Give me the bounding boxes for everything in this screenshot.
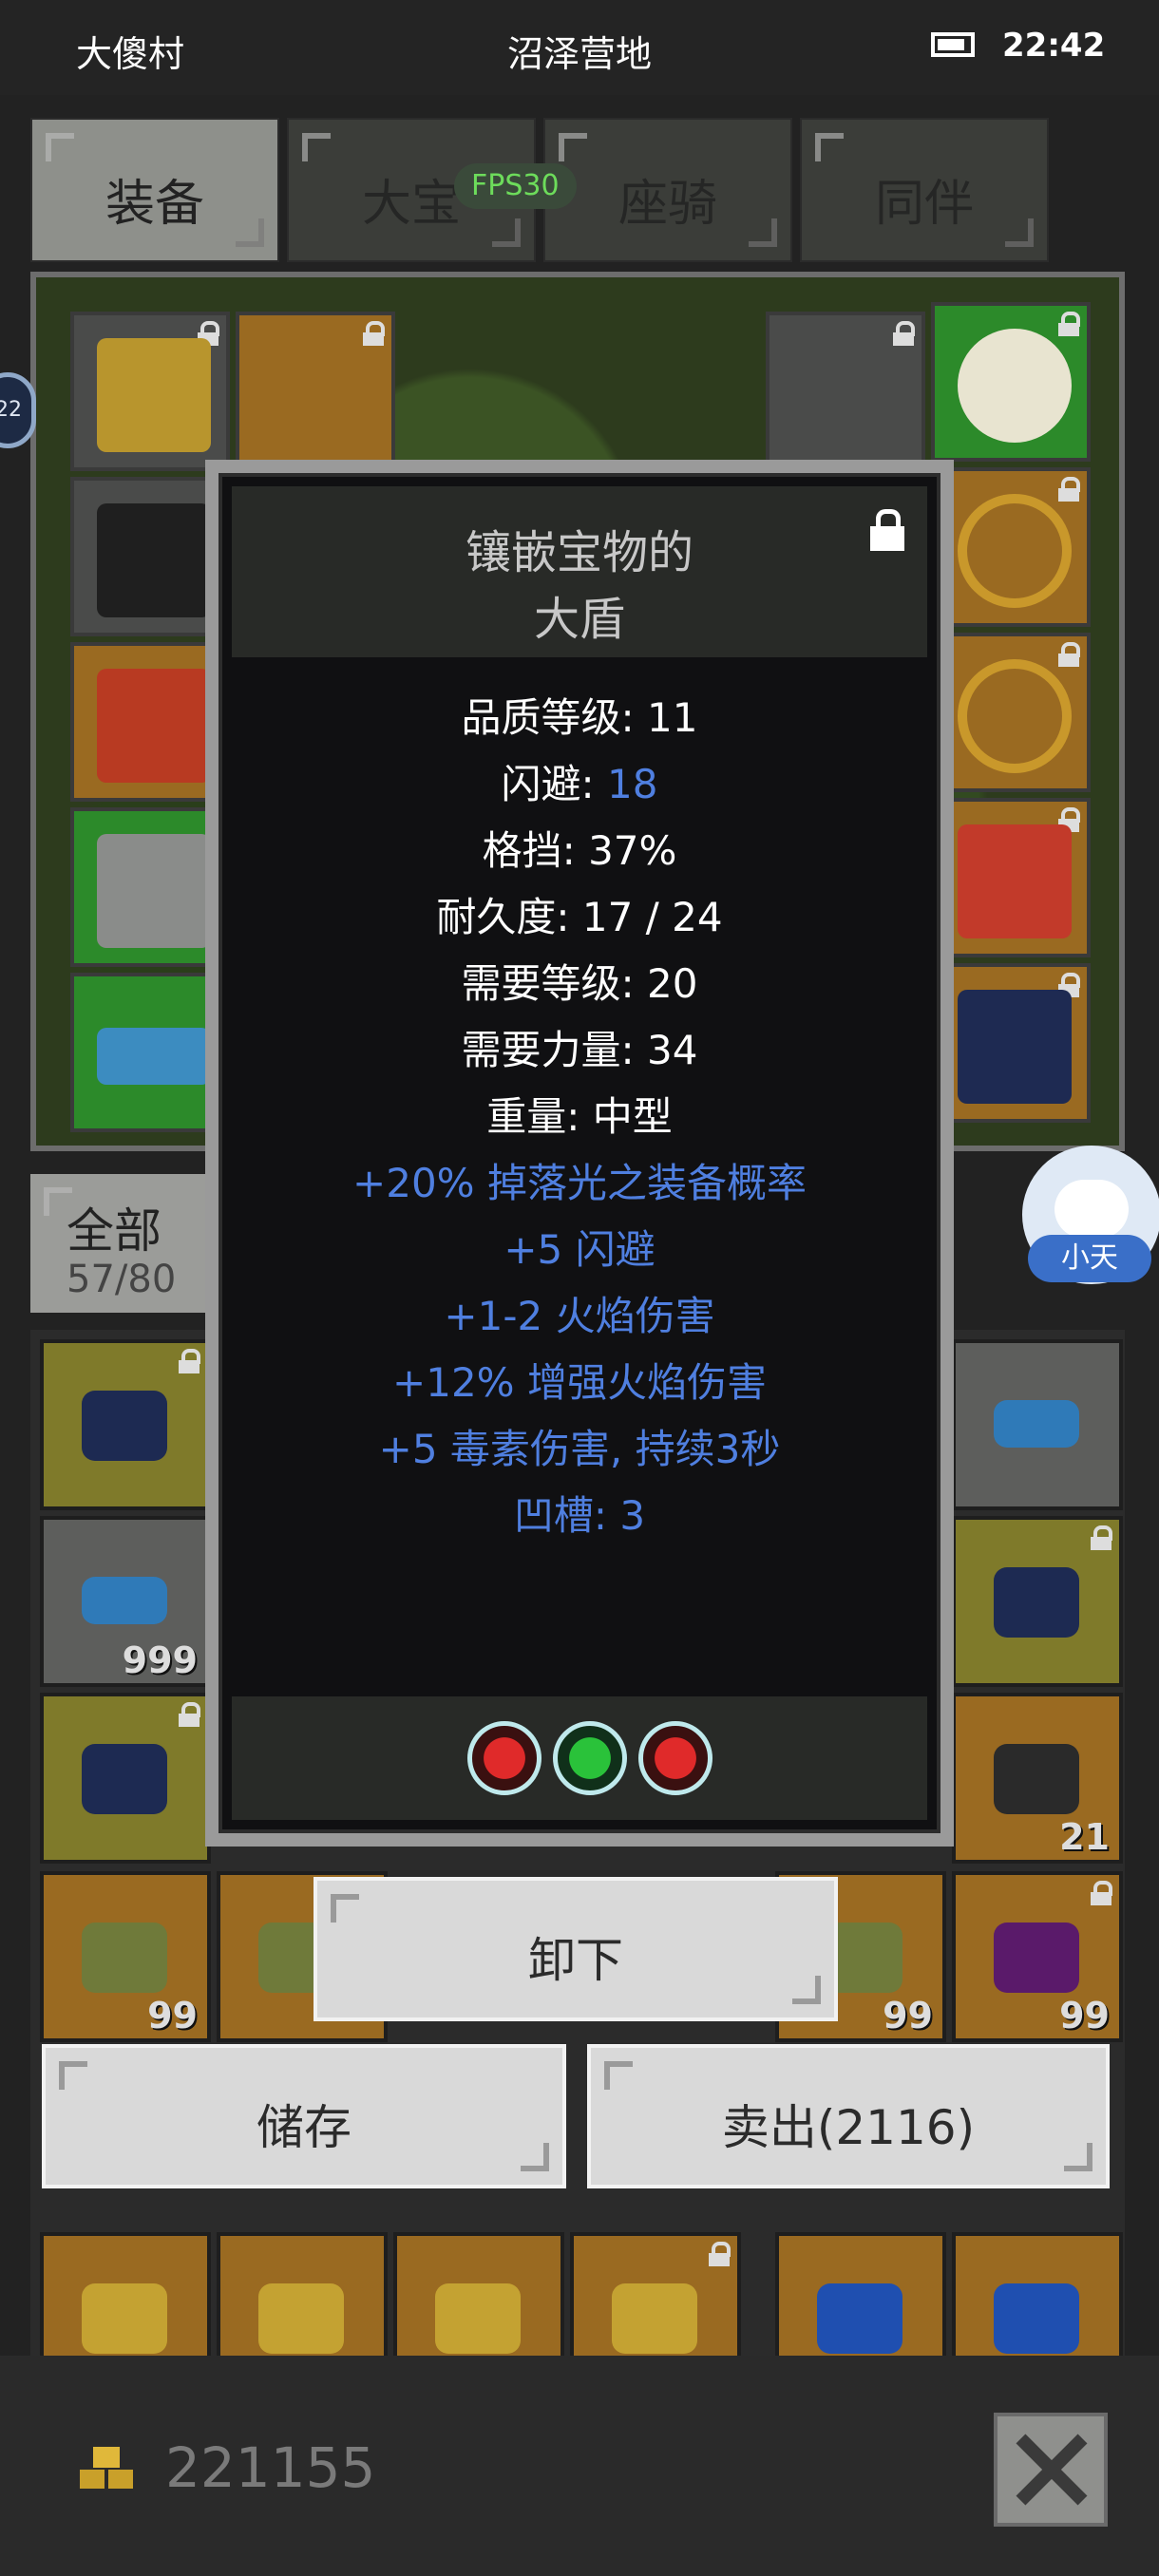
assistant-face-icon xyxy=(1054,1180,1129,1239)
bonus-line: +1-2 火焰伤害 xyxy=(444,1293,715,1339)
store-button[interactable]: 储存 xyxy=(42,2044,566,2188)
bonus-line: +5 毒素伤害, 持续3秒 xyxy=(378,1426,781,1472)
socket-row xyxy=(232,1696,927,1820)
equip-slot-ring-2[interactable] xyxy=(931,633,1091,792)
equip-slot-shoulder[interactable] xyxy=(931,302,1091,462)
red-gem-icon xyxy=(638,1721,712,1795)
fps-badge: FPS30 xyxy=(454,163,577,209)
item-quantity: 21 xyxy=(1059,1816,1110,1858)
bonus-line: +5 闪避 xyxy=(504,1226,656,1273)
category-label: 全部 xyxy=(66,1203,162,1259)
gold-ingot-icon xyxy=(80,2447,133,2489)
item-quantity: 99 xyxy=(1059,1995,1110,2036)
tab-companion[interactable]: 同伴 xyxy=(800,118,1049,262)
lock-icon[interactable] xyxy=(868,509,906,551)
item-name: 大盾 xyxy=(533,593,625,646)
bonus-line: +12% 增强火焰伤害 xyxy=(392,1359,767,1406)
stat-dodge: 闪避: 18 xyxy=(501,761,658,807)
stat-durability: 耐久度: 17 / 24 xyxy=(436,894,723,940)
location-left: 大傻村 xyxy=(76,33,185,75)
stat-quality: 品质等级: 11 xyxy=(461,694,698,741)
red-gem-icon xyxy=(467,1721,542,1795)
inventory-slot[interactable] xyxy=(952,1516,1123,1687)
tab-label: 同伴 xyxy=(874,176,974,233)
equip-slot-weapon[interactable] xyxy=(236,312,395,471)
category-count: 57/80 xyxy=(66,1258,177,1301)
item-quantity: 999 xyxy=(122,1639,198,1681)
gold-amount: 221155 xyxy=(165,2435,376,2500)
item-quantity: 99 xyxy=(883,1995,933,2036)
item-prefix: 镶嵌宝物的 xyxy=(465,526,694,579)
equip-slot-book[interactable] xyxy=(931,798,1091,957)
inventory-slot[interactable]: 99 xyxy=(952,1871,1123,2042)
equip-slot-pet[interactable] xyxy=(931,963,1091,1123)
close-button[interactable] xyxy=(994,2413,1108,2527)
assistant-label: 小天 xyxy=(1028,1235,1151,1282)
inventory-slot[interactable]: 999 xyxy=(40,1516,211,1687)
tooltip-header: 镶嵌宝物的 大盾 xyxy=(232,486,927,657)
equip-slot-helmet[interactable] xyxy=(70,312,230,471)
unequip-button[interactable]: 卸下 xyxy=(314,1877,838,2021)
status-bar: 大傻村 沼泽营地 22:42 xyxy=(0,0,1159,95)
bonus-line: +20% 掉落光之装备概率 xyxy=(352,1160,807,1206)
location-center: 沼泽营地 xyxy=(507,33,653,75)
sell-button[interactable]: 卖出(2116) xyxy=(587,2044,1110,2188)
tab-equipment[interactable]: 装备 xyxy=(30,118,279,262)
inventory-slot[interactable] xyxy=(952,1339,1123,1510)
inventory-slot[interactable]: 21 xyxy=(952,1693,1123,1864)
socket-count: 凹槽: 3 xyxy=(513,1492,646,1539)
stat-block: 格挡: 37% xyxy=(482,827,677,874)
item-tooltip: 镶嵌宝物的 大盾 品质等级: 11 闪避: 18 格挡: 37% 耐久度: 17… xyxy=(205,460,954,1847)
stat-weight: 重量: 中型 xyxy=(486,1093,673,1140)
tab-mount[interactable]: 座骑 xyxy=(543,118,792,262)
stat-required-level: 需要等级: 20 xyxy=(461,960,698,1007)
battery-icon xyxy=(931,32,975,57)
inventory-slot[interactable] xyxy=(40,1339,211,1510)
equip-slot-ring-1[interactable] xyxy=(931,467,1091,627)
clock: 22:42 xyxy=(1002,27,1106,65)
inventory-slot[interactable] xyxy=(40,1693,211,1864)
tab-label: 座骑 xyxy=(618,176,717,233)
equip-slot-amulet[interactable] xyxy=(766,312,925,471)
stat-required-strength: 需要力量: 34 xyxy=(461,1027,698,1073)
inventory-slot[interactable]: 99 xyxy=(40,1871,211,2042)
green-gem-icon xyxy=(553,1721,627,1795)
item-quantity: 99 xyxy=(147,1995,198,2036)
tab-label: 装备 xyxy=(104,176,204,233)
